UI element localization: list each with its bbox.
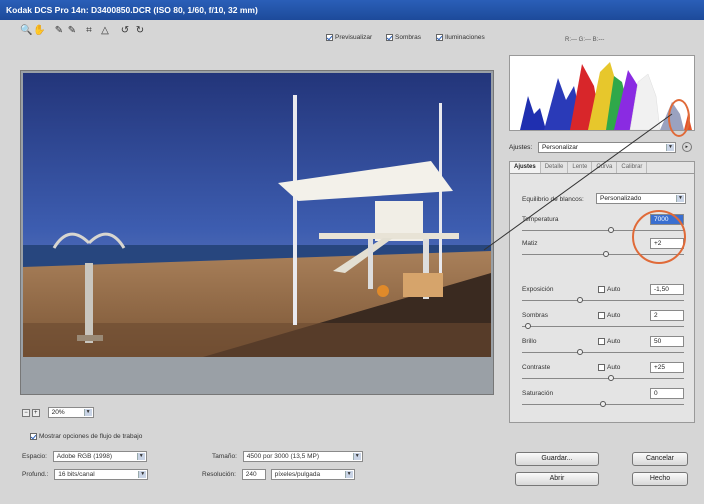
checkbox-box[interactable] <box>386 34 393 41</box>
sombras-checkbox[interactable]: Sombras <box>386 34 421 41</box>
auto-label: Auto <box>607 364 621 372</box>
window-title: Kodak DCS Pro 14n: D3400850.DCR (ISO 80,… <box>0 0 704 20</box>
checkbox-box[interactable] <box>598 312 605 319</box>
tamano-label: Tamaño: <box>212 453 237 460</box>
zoom-value: 20% <box>51 409 65 416</box>
resolucion-unit-select[interactable]: píxeles/pulgada ▼ <box>270 469 355 480</box>
espacio-row: Espacio: Adobe RGB (1998) ▼ <box>22 451 147 462</box>
straighten-icon[interactable]: △ <box>99 25 111 37</box>
chevron-down-icon: ▼ <box>138 471 147 478</box>
control-label: Brillo <box>522 338 537 345</box>
preview-image <box>23 73 491 357</box>
control-label: Exposición <box>522 286 554 293</box>
zoom-icon[interactable]: 🔍 <box>20 25 32 37</box>
control-slider[interactable] <box>522 352 684 353</box>
auto-checkbox[interactable]: Auto <box>598 286 620 293</box>
control-value[interactable]: 2 <box>650 310 684 321</box>
iluminaciones-checkbox[interactable]: Iluminaciones <box>436 34 485 41</box>
toolbar: 🔍 ✋ ✎ ✎ ⌗ △ ↺ ↻ <box>0 20 504 42</box>
profund-row: Profund.: 16 bits/canal ▼ <box>22 469 149 480</box>
slider-knob[interactable] <box>576 349 583 355</box>
tamano-value: 4500 por 3000 (13,5 MP) <box>246 453 320 460</box>
color-sampler-icon[interactable]: ✎ <box>66 25 78 37</box>
zoom-select[interactable]: 20% ▼ <box>47 407 94 418</box>
control-slider[interactable] <box>522 378 684 379</box>
resolucion-row: Resolución: 240 píxeles/pulgada ▼ <box>202 469 355 480</box>
hand-icon[interactable]: ✋ <box>33 25 45 37</box>
resolucion-value: 240 <box>245 471 257 478</box>
control-value[interactable]: 50 <box>650 336 684 347</box>
auto-label: Auto <box>607 338 621 346</box>
control-value[interactable]: 0 <box>650 388 684 399</box>
checkbox-box[interactable] <box>326 34 333 41</box>
control-value[interactable]: -1,50 <box>650 284 684 295</box>
checkbox-box[interactable] <box>436 34 443 41</box>
rgb-readout: R:--- G:--- B:--- <box>565 37 605 43</box>
checkbox-box[interactable] <box>598 364 605 371</box>
control-value[interactable]: +25 <box>650 362 684 373</box>
slider-knob[interactable] <box>607 375 614 381</box>
control-slider[interactable] <box>522 326 684 327</box>
slider-knob[interactable] <box>525 323 532 329</box>
control-label: Sombras <box>522 312 549 319</box>
crop-icon[interactable]: ⌗ <box>83 25 95 37</box>
sombras-label: Sombras <box>395 34 422 42</box>
resolucion-label: Resolución: <box>202 471 236 478</box>
cancelar-button[interactable]: Cancelar <box>632 452 688 466</box>
mostrar-opciones-checkbox[interactable]: Mostrar opciones de flujo de trabajo <box>30 433 142 440</box>
iluminaciones-label: Iluminaciones <box>445 34 485 42</box>
tamano-select[interactable]: 4500 por 3000 (13,5 MP) ▼ <box>242 451 363 462</box>
chevron-down-icon: ▼ <box>136 453 145 460</box>
checkbox-box[interactable] <box>598 338 605 345</box>
auto-checkbox[interactable]: Auto <box>598 338 620 345</box>
previsualizar-label: Previsualizar <box>335 34 373 42</box>
checkbox-box[interactable] <box>30 433 37 440</box>
control-label: Contraste <box>522 364 551 371</box>
rotate-right-icon[interactable]: ↻ <box>134 25 146 37</box>
abrir-button[interactable]: Abrir <box>515 472 599 486</box>
eyedropper-icon[interactable]: ✎ <box>53 25 65 37</box>
espacio-value: Adobe RGB (1998) <box>56 453 113 460</box>
resolucion-unit: píxeles/pulgada <box>274 471 321 478</box>
control-label: Saturación <box>522 390 554 397</box>
chevron-down-icon: ▼ <box>83 409 92 416</box>
profund-select[interactable]: 16 bits/canal ▼ <box>54 469 149 480</box>
espacio-select[interactable]: Adobe RGB (1998) ▼ <box>52 451 147 462</box>
tamano-row: Tamaño: 4500 por 3000 (13,5 MP) ▼ <box>212 451 363 462</box>
profund-value: 16 bits/canal <box>58 471 95 478</box>
slider-knob[interactable] <box>600 401 606 407</box>
guardar-button[interactable]: Guardar... <box>515 452 599 466</box>
resolucion-input[interactable]: 240 <box>241 469 266 480</box>
auto-label: Auto <box>607 286 621 294</box>
control-slider[interactable] <box>522 300 684 301</box>
workflow-options: Mostrar opciones de flujo de trabajo Esp… <box>22 433 502 495</box>
settings-menu-icon[interactable]: ▸ <box>681 142 692 153</box>
slider-knob[interactable] <box>576 297 583 303</box>
zoom-in-icon[interactable]: + <box>31 409 40 417</box>
chevron-down-icon: ▼ <box>344 471 353 478</box>
auto-label: Auto <box>607 312 621 320</box>
hecho-button[interactable]: Hecho <box>632 472 688 486</box>
annotation-line <box>483 113 673 251</box>
auto-checkbox[interactable]: Auto <box>598 312 620 319</box>
checkbox-box[interactable] <box>598 286 605 293</box>
rotate-left-icon[interactable]: ↺ <box>119 25 131 37</box>
profund-label: Profund.: <box>22 471 49 478</box>
auto-checkbox[interactable]: Auto <box>598 364 620 371</box>
zoom-control: − + 20% ▼ <box>22 407 94 419</box>
previsualizar-checkbox[interactable]: Previsualizar <box>326 34 372 41</box>
chevron-down-icon: ▼ <box>352 453 361 460</box>
espacio-label: Espacio: <box>22 453 47 460</box>
mostrar-opciones-label: Mostrar opciones de flujo de trabajo <box>39 433 143 441</box>
zoom-out-icon[interactable]: − <box>22 409 30 417</box>
